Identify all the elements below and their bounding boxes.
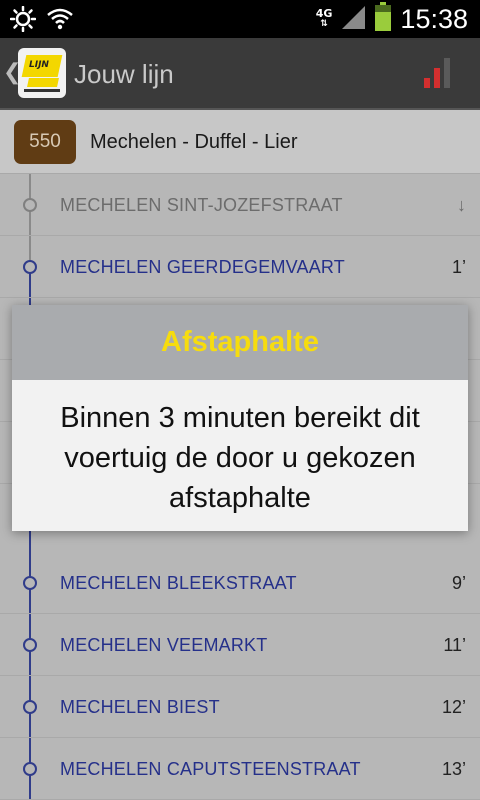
wifi-icon xyxy=(46,7,74,35)
alight-stop-dialog[interactable]: Afstaphalte Binnen 3 minuten bereikt dit… xyxy=(12,305,468,531)
list-item[interactable]: MECHELEN CAPUTSTEENSTRAAT 13’ xyxy=(0,738,480,800)
list-item[interactable]: MECHELEN BIEST 12’ xyxy=(0,676,480,738)
stop-arrival-indicator: ↓ xyxy=(457,195,466,215)
page-title: Jouw lijn xyxy=(74,59,174,89)
list-item[interactable]: MECHELEN VEEMARKT 11’ xyxy=(0,614,480,676)
list-item[interactable]: MECHELEN GEERDEGEMVAART 1’ xyxy=(0,236,480,298)
logo-text: LIJN xyxy=(29,60,49,70)
signal-strength-icon[interactable] xyxy=(424,58,452,88)
action-bar: ❮ LIJN Jouw lijn xyxy=(0,38,480,110)
stop-name: MECHELEN VEEMARKT xyxy=(60,635,268,655)
stop-eta: 13’ xyxy=(441,759,466,779)
brightness-icon xyxy=(9,5,37,36)
route-header: 550 Mechelen - Duffel - Lier xyxy=(0,110,480,174)
list-item[interactable]: MECHELEN SINT-JOZEFSTRAAT ↓ xyxy=(0,174,480,236)
stop-name: MECHELEN BIEST xyxy=(60,697,220,717)
stop-name: MECHELEN CAPUTSTEENSTRAAT xyxy=(60,759,361,779)
stop-dot-icon xyxy=(23,198,37,212)
clock: 15:38 xyxy=(400,3,468,34)
stop-eta: 12’ xyxy=(441,697,466,717)
stop-name: MECHELEN SINT-JOZEFSTRAAT xyxy=(60,195,343,215)
route-name: Mechelen - Duffel - Lier xyxy=(90,131,298,153)
stop-dot-icon xyxy=(23,638,37,652)
dialog-title: Afstaphalte xyxy=(12,305,468,380)
list-item[interactable]: MECHELEN BLEEKSTRAAT 9’ xyxy=(0,552,480,614)
status-bar: 4G ⇅ 15:38 xyxy=(0,0,480,38)
battery-icon xyxy=(374,2,392,36)
route-number-badge: 550 xyxy=(14,120,76,164)
stop-dot-icon xyxy=(23,762,37,776)
stop-name: MECHELEN BLEEKSTRAAT xyxy=(60,573,297,593)
stop-dot-icon xyxy=(23,260,37,274)
stop-eta: 9’ xyxy=(451,573,466,593)
stop-eta: 1’ xyxy=(451,257,466,277)
network-type: 4G ⇅ xyxy=(315,7,333,29)
dialog-message: Binnen 3 minuten bereikt dit voertuig de… xyxy=(60,402,420,514)
stop-name: MECHELEN GEERDEGEMVAART xyxy=(60,257,345,277)
delijn-logo-icon[interactable]: LIJN xyxy=(18,48,66,98)
stop-dot-icon xyxy=(23,700,37,714)
cell-signal-icon xyxy=(340,4,366,34)
stop-dot-icon xyxy=(23,576,37,590)
stop-eta: 11’ xyxy=(443,635,466,655)
